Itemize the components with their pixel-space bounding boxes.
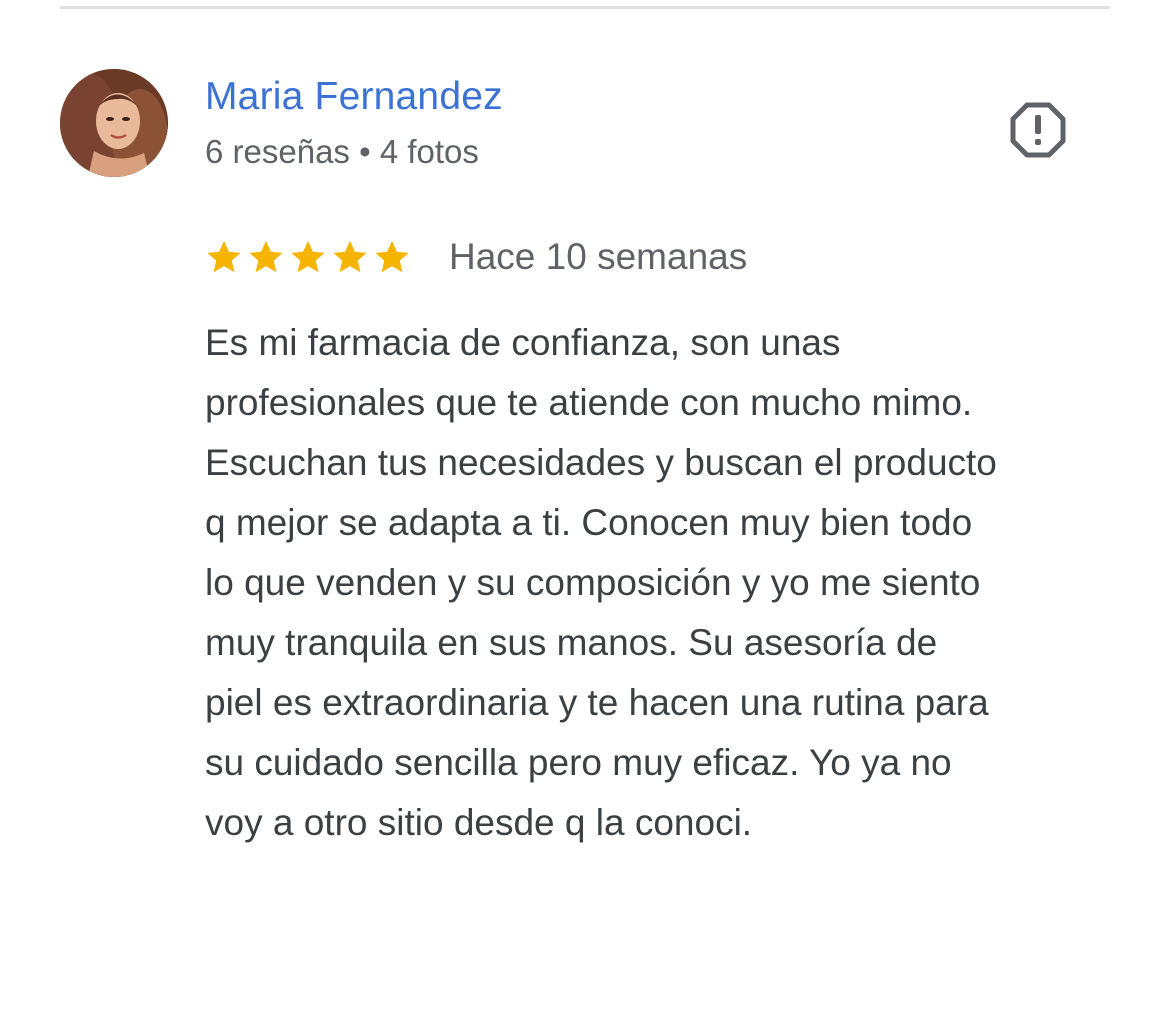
rating-row: Hace 10 semanas	[205, 232, 747, 282]
star-icon	[207, 240, 241, 273]
reviewer-name-link[interactable]: Maria Fernandez	[205, 74, 503, 120]
star-icon	[249, 240, 283, 273]
star-icon	[333, 240, 367, 273]
top-divider	[60, 6, 1110, 9]
report-flag-icon[interactable]	[1008, 100, 1068, 160]
avatar-photo	[60, 69, 168, 177]
star-icon	[291, 240, 325, 273]
star-icon	[375, 240, 409, 273]
reviewer-avatar[interactable]	[60, 69, 168, 177]
reviewer-meta: 6 reseñas • 4 fotos	[205, 133, 479, 170]
star-rating	[205, 238, 411, 276]
review-body-text: Es mi farmacia de confianza, son unas pr…	[205, 322, 997, 843]
review-time-ago: Hace 10 semanas	[449, 236, 748, 277]
